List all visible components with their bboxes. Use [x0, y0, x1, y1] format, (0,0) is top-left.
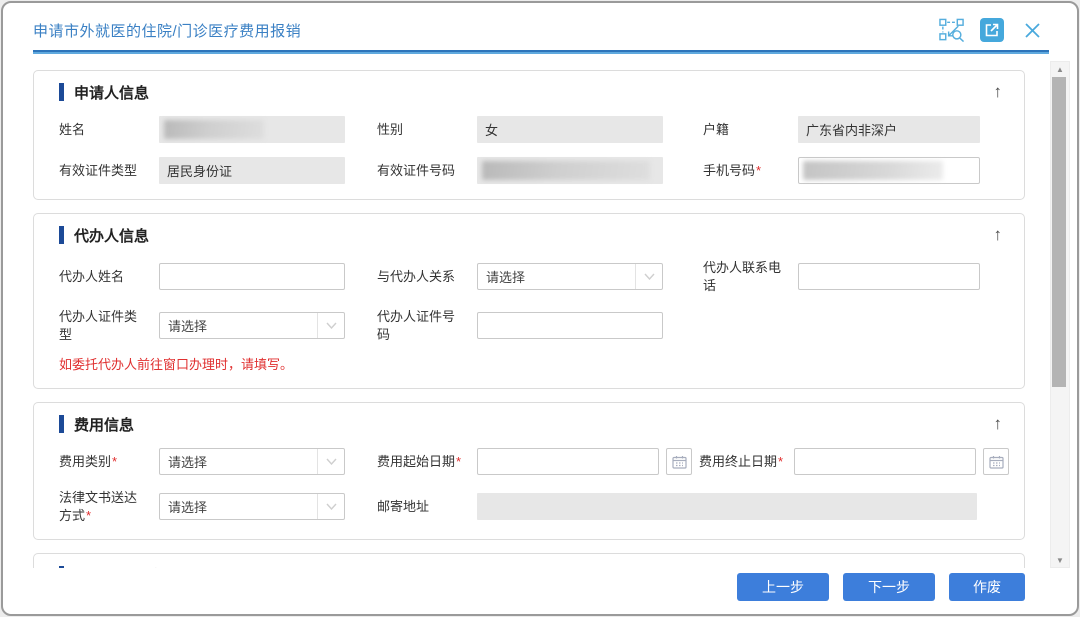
redacted-name-value: [164, 120, 264, 139]
section-title: 代办人信息: [74, 225, 149, 246]
mobile-label: 手机号码*: [703, 162, 789, 180]
agent-id-type-label: 代办人证件类型: [59, 308, 147, 343]
collapse-arrow-icon[interactable]: ↑: [994, 83, 1003, 100]
section-title: 银行账号信息: [74, 565, 164, 568]
calendar-icon[interactable]: [983, 448, 1009, 475]
gender-label: 性别: [377, 121, 465, 139]
fee-start-date-input[interactable]: [477, 448, 659, 475]
agent-relation-select[interactable]: 请选择: [477, 263, 663, 290]
chevron-down-icon: [317, 449, 344, 474]
agent-name-label: 代办人姓名: [59, 268, 147, 286]
agent-phone-label: 代办人联系电话: [703, 259, 789, 294]
collapse-arrow-icon[interactable]: ↑: [994, 566, 1003, 568]
agent-id-number-input[interactable]: [477, 312, 663, 339]
required-asterisk: *: [86, 508, 91, 523]
chevron-down-icon: [317, 313, 344, 338]
section-bank-info: 银行账号信息 ↑ 开户银行* 中国银行 银行户名: [33, 553, 1025, 568]
scrollbar-up-arrow[interactable]: ▲: [1051, 62, 1069, 76]
section-marker-bar: [59, 83, 64, 101]
id-number-label: 有效证件号码: [377, 162, 465, 180]
name-label: 姓名: [59, 121, 147, 139]
mail-address-field: [477, 493, 977, 520]
scrollbar-thumb[interactable]: [1052, 77, 1066, 387]
section-agent-info: 代办人信息 ↑ 代办人姓名 与代办人关系 请选择 代办人联系电话: [33, 213, 1025, 389]
required-asterisk: *: [756, 163, 761, 178]
void-button[interactable]: 作废: [949, 573, 1025, 601]
fee-start-date-label: 费用起始日期*: [377, 453, 465, 471]
section-title: 申请人信息: [74, 82, 149, 103]
selection-zoom-icon[interactable]: [939, 17, 965, 43]
open-external-icon[interactable]: [980, 18, 1004, 42]
form-scroll-area: 申请人信息 ↑ 姓名 性别 女 户籍 广东省内非深户 有效证件类型 居民身份证 …: [3, 60, 1053, 568]
dialog-title: 申请市外就医的住院/门诊医疗费用报销: [33, 20, 301, 41]
fee-type-label: 费用类别*: [59, 453, 147, 471]
residence-label: 户籍: [703, 121, 789, 139]
agent-id-number-label: 代办人证件号码: [377, 308, 465, 343]
required-asterisk: *: [112, 454, 117, 469]
calendar-icon[interactable]: [666, 448, 692, 475]
id-type-label: 有效证件类型: [59, 162, 147, 180]
redacted-id-number-value: [482, 161, 650, 180]
legal-delivery-select[interactable]: 请选择: [159, 493, 345, 520]
residence-field: 广东省内非深户: [798, 116, 980, 143]
agent-phone-input[interactable]: [798, 263, 980, 290]
collapse-arrow-icon[interactable]: ↑: [994, 415, 1003, 432]
section-marker-bar: [59, 226, 64, 244]
chevron-down-icon: [635, 264, 662, 289]
section-applicant-info: 申请人信息 ↑ 姓名 性别 女 户籍 广东省内非深户 有效证件类型 居民身份证 …: [33, 70, 1025, 200]
header-icon-group: [939, 17, 1045, 43]
close-icon[interactable]: [1019, 17, 1045, 43]
redacted-mobile-value: [803, 161, 943, 180]
fee-end-date-label: 费用终止日期*: [699, 453, 785, 471]
agent-relation-label: 与代办人关系: [377, 268, 465, 286]
previous-step-button[interactable]: 上一步: [737, 573, 829, 601]
required-asterisk: *: [778, 454, 783, 469]
section-fee-info: 费用信息 ↑ 费用类别* 请选择 费用起始日期*: [33, 402, 1025, 540]
fee-end-date-input[interactable]: [794, 448, 976, 475]
footer-button-bar: 上一步 下一步 作废: [737, 573, 1025, 601]
fee-type-select[interactable]: 请选择: [159, 448, 345, 475]
mail-address-label: 邮寄地址: [377, 498, 465, 516]
collapse-arrow-icon[interactable]: ↑: [994, 226, 1003, 243]
id-type-field: 居民身份证: [159, 157, 345, 184]
scrollbar-down-arrow[interactable]: ▼: [1051, 553, 1069, 567]
required-asterisk: *: [456, 454, 461, 469]
agent-fill-note: 如委托代办人前往窗口办理时，请填写。: [59, 354, 1000, 373]
vertical-scrollbar[interactable]: ▲ ▼: [1050, 61, 1070, 568]
chevron-down-icon: [317, 494, 344, 519]
section-title: 费用信息: [74, 414, 134, 435]
agent-name-input[interactable]: [159, 263, 345, 290]
section-marker-bar: [59, 415, 64, 433]
legal-delivery-label: 法律文书送达方式*: [59, 489, 147, 524]
header-divider: [33, 50, 1049, 54]
section-marker-bar: [59, 566, 64, 568]
next-step-button[interactable]: 下一步: [843, 573, 935, 601]
gender-field: 女: [477, 116, 663, 143]
reimbursement-dialog: 申请市外就医的住院/门诊医疗费用报销: [1, 1, 1079, 616]
agent-id-type-select[interactable]: 请选择: [159, 312, 345, 339]
